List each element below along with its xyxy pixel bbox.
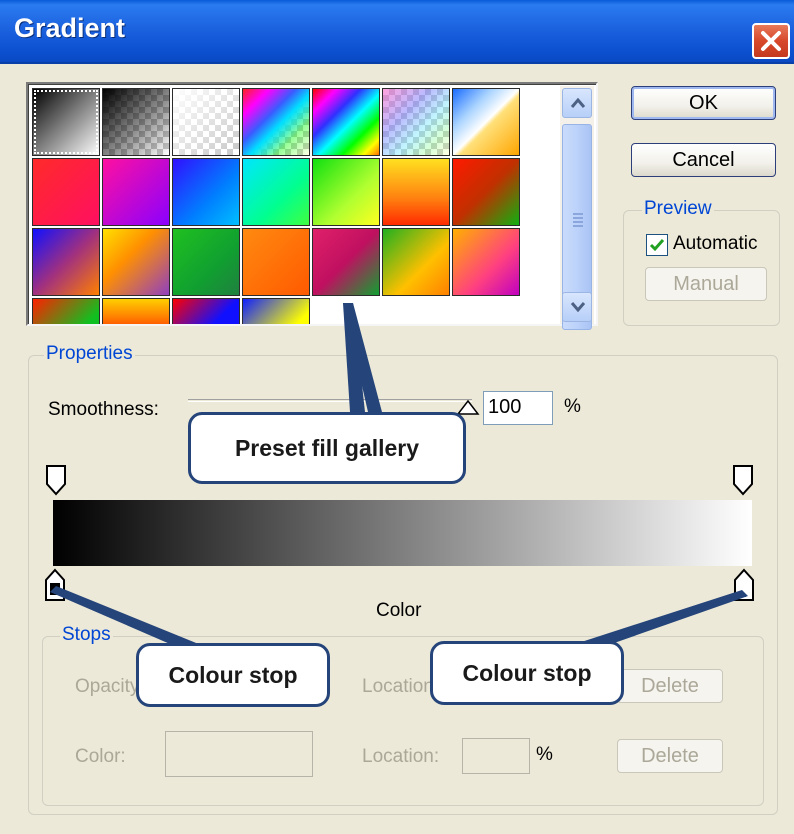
gradient-dialog: Gradient OK Cancel Preview Automatic Man… [0, 0, 794, 834]
window-title: Gradient [14, 13, 126, 43]
stop-type-label: Color [376, 600, 422, 621]
cancel-button[interactable]: Cancel [631, 143, 776, 177]
check-icon [649, 239, 665, 252]
stops-legend: Stops [60, 624, 113, 646]
preview-legend: Preview [642, 198, 714, 220]
gradient-preset-crimson-green[interactable] [312, 228, 380, 296]
gradient-preset-white-transparent[interactable] [172, 88, 240, 156]
gradient-preset-orange-magenta[interactable] [452, 228, 520, 296]
gradient-preset-yellow-violet[interactable] [102, 228, 170, 296]
delete-color-stop-button[interactable]: Delete [617, 739, 723, 773]
scroll-grip [573, 217, 583, 219]
gradient-preset-rainbow-transparent[interactable] [242, 88, 310, 156]
gradient-preset-yellow-red-2[interactable] [102, 298, 170, 324]
scroll-up-button[interactable] [562, 88, 592, 118]
gradient-preset-blue-white-orange[interactable] [452, 88, 520, 156]
color-stop-right[interactable] [733, 568, 755, 602]
scroll-grip [573, 221, 583, 223]
close-button[interactable] [752, 23, 790, 59]
opacity-label: Opacity: [75, 676, 145, 697]
callout-colour-stop-left: Colour stop [136, 643, 330, 707]
gradient-preset-green-yellow[interactable] [312, 158, 380, 226]
gradient-preset-green-orange[interactable] [382, 228, 450, 296]
gradient-preset-red-green-2[interactable] [32, 298, 100, 324]
scroll-down-button[interactable] [562, 292, 592, 322]
opacity-stop-left[interactable] [45, 464, 67, 496]
chevron-up-icon [570, 97, 586, 108]
gradient-preset-red-green[interactable] [452, 158, 520, 226]
stop-color-swatch[interactable] [165, 731, 313, 777]
manual-button[interactable]: Manual [645, 267, 767, 301]
color-label: Color: [75, 746, 126, 767]
gallery-scrollbar[interactable] [560, 86, 594, 330]
gradient-preset-blue-red[interactable] [172, 298, 240, 324]
color-location-label: Location: [362, 746, 440, 767]
smoothness-input[interactable]: 100 [483, 391, 553, 425]
automatic-checkbox[interactable] [646, 234, 668, 256]
gradient-preset-red[interactable] [32, 158, 100, 226]
chevron-down-icon [570, 302, 586, 313]
gradient-preset-blue[interactable] [172, 158, 240, 226]
automatic-label[interactable]: Automatic [673, 233, 757, 255]
close-icon [761, 31, 781, 51]
scroll-grip [573, 213, 583, 215]
ok-button[interactable]: OK [631, 86, 776, 120]
preset-fill-gallery[interactable] [26, 82, 598, 326]
callout-colour-stop-right: Colour stop [430, 641, 624, 705]
smoothness-label: Smoothness: [48, 399, 159, 420]
color-location-percent: % [536, 744, 553, 765]
properties-legend: Properties [44, 343, 135, 365]
color-stop-left[interactable] [44, 568, 66, 602]
gradient-preset-magenta[interactable] [102, 158, 170, 226]
delete-opacity-stop-button[interactable]: Delete [617, 669, 723, 703]
gradient-preset-blue-orange[interactable] [32, 228, 100, 296]
gradient-preset-orange[interactable] [242, 228, 310, 296]
gradient-preset-black-transparent[interactable] [102, 88, 170, 156]
color-location-input[interactable] [462, 738, 530, 774]
gradient-preset-green[interactable] [172, 228, 240, 296]
gradient-preset-rainbow[interactable] [312, 88, 380, 156]
smoothness-percent: % [564, 396, 581, 417]
smoothness-slider-track[interactable] [188, 399, 472, 402]
gradient-preset-black-white[interactable] [32, 88, 100, 156]
gradient-preset-yellow-red[interactable] [382, 158, 450, 226]
opacity-location-label: Location: [362, 676, 440, 697]
title-bar: Gradient [0, 0, 794, 64]
gradient-preview-bar [53, 500, 752, 566]
opacity-stop-right[interactable] [732, 464, 754, 496]
gradient-preset-blue-yellow[interactable] [242, 298, 310, 324]
gradient-preset-teal-green[interactable] [242, 158, 310, 226]
gradient-preset-pastel-transparent[interactable] [382, 88, 450, 156]
scroll-grip [573, 225, 583, 227]
callout-preset-fill-gallery: Preset fill gallery [188, 412, 466, 484]
